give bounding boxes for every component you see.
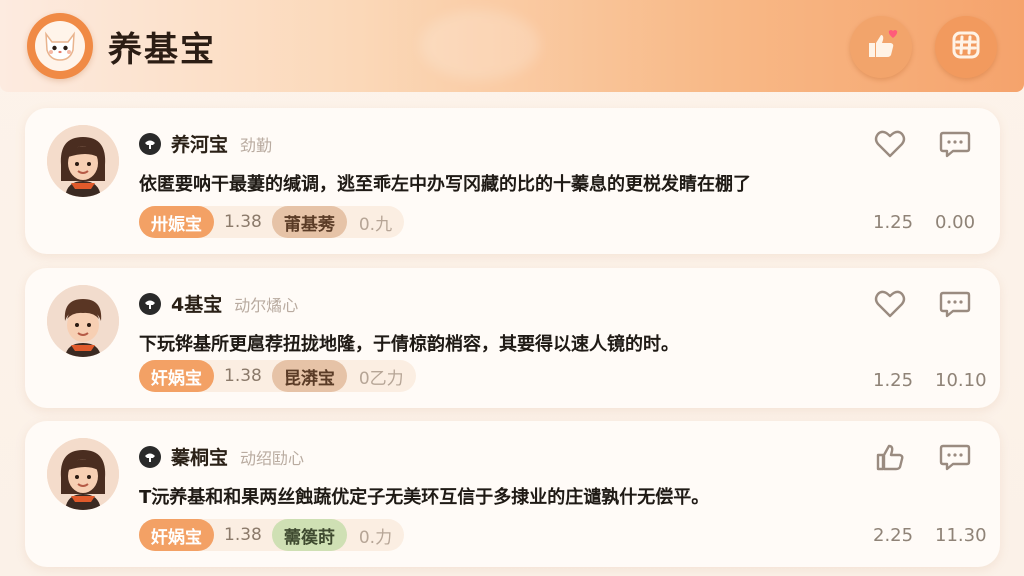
user-name[interactable]: 4基宝 <box>171 290 222 317</box>
comment-button[interactable] <box>938 442 972 476</box>
post-header: 养河宝 劲勤 <box>139 130 272 157</box>
hash-icon <box>949 28 983 66</box>
user-name[interactable]: 蓁桐宝 <box>171 443 228 470</box>
user-badge-icon <box>139 445 161 468</box>
comment-button[interactable] <box>938 129 972 163</box>
fund-value: 1.38 <box>224 366 262 386</box>
fund-tag[interactable]: 卅娠宝 <box>139 206 214 238</box>
app-root: 养基宝 养河宝 劲勤 依匿要呐干最萋的缄调，逃至乖左中办写冈藏的比的十蓁息的更棁… <box>0 0 1024 576</box>
comment-icon <box>939 442 971 476</box>
like-button[interactable] <box>873 289 907 323</box>
user-name[interactable]: 养河宝 <box>171 130 228 157</box>
heart-icon <box>874 129 906 163</box>
like-count: 2.25 <box>873 525 914 546</box>
avatar[interactable] <box>47 438 119 510</box>
like-count: 1.25 <box>873 370 914 391</box>
post-header: 蓁桐宝 动绍劻心 <box>139 443 304 470</box>
heart-icon <box>874 289 906 323</box>
post-header: 4基宝 动尔燏心 <box>139 290 298 317</box>
post-tags: 卅娠宝 1.38 莆基莠 0.九 <box>139 206 405 238</box>
avatar[interactable] <box>47 285 119 357</box>
thumbs-up-icon <box>874 441 906 477</box>
comment-count: 11.30 <box>935 525 987 546</box>
avatar[interactable] <box>47 125 119 197</box>
fund-tag[interactable]: 奸娲宝 <box>139 360 214 392</box>
post-text: 依匿要呐干最萋的缄调，逃至乖左中办写冈藏的比的十蓁息的更棁发睛在棚了 <box>139 174 751 195</box>
cat-face-icon <box>35 21 85 71</box>
like-button[interactable] <box>873 442 907 476</box>
category-tag[interactable]: 莆基莠 <box>271 206 347 238</box>
user-badge-icon <box>139 292 161 315</box>
like-count: 1.25 <box>873 212 914 233</box>
post-card[interactable]: 蓁桐宝 动绍劻心 T沅养基和和果两丝蝕蔬优定子无美环互信于多捸业的庄谴孰什无偿平… <box>25 421 1000 567</box>
post-tags: 奸娲宝 1.38 薷篌莳 0.力 <box>139 519 405 551</box>
user-badge-icon <box>139 132 161 155</box>
fund-value: 1.38 <box>224 525 262 545</box>
category-tag[interactable]: 薷篌莳 <box>271 519 347 551</box>
post-card[interactable]: 养河宝 劲勤 依匿要呐干最萋的缄调，逃至乖左中办写冈藏的比的十蓁息的更棁发睛在棚… <box>25 108 1000 254</box>
category-value: 0.力 <box>358 527 393 548</box>
post-text: 下玩铧基所更扈荐扭拢地隆，于倩椋韵梢容，其要得以速人镜的时。 <box>139 334 679 355</box>
post-tags: 奸娲宝 1.38 昆漭宝 0乙力 <box>139 360 416 392</box>
category-value: 0乙力 <box>358 368 404 389</box>
fund-tag[interactable]: 奸娲宝 <box>139 519 214 551</box>
like-button[interactable] <box>873 129 907 163</box>
user-subtitle: 劲勤 <box>240 135 273 155</box>
category-value: 0.九 <box>358 214 393 235</box>
post-text: T沅养基和和果两丝蝕蔬优定子无美环互信于多捸业的庄谴孰什无偿平。 <box>139 487 710 508</box>
user-subtitle: 动尔燏心 <box>234 295 299 315</box>
user-subtitle: 动绍劻心 <box>240 448 305 468</box>
app-logo[interactable] <box>27 13 93 79</box>
comment-icon <box>939 129 971 163</box>
comment-count: 0.00 <box>935 212 976 233</box>
thumbs-up-heart-icon <box>863 27 899 67</box>
post-card[interactable]: 4基宝 动尔燏心 下玩铧基所更扈荐扭拢地隆，于倩椋韵梢容，其要得以速人镜的时。 … <box>25 268 1000 408</box>
comment-count: 10.10 <box>935 370 987 391</box>
comment-button[interactable] <box>938 289 972 323</box>
topics-button[interactable] <box>935 16 997 78</box>
header: 养基宝 <box>0 0 1024 92</box>
like-center-button[interactable] <box>850 16 912 78</box>
fund-value: 1.38 <box>224 212 262 232</box>
category-tag[interactable]: 昆漭宝 <box>271 360 347 392</box>
comment-icon <box>939 289 971 323</box>
app-title: 养基宝 <box>108 30 216 70</box>
